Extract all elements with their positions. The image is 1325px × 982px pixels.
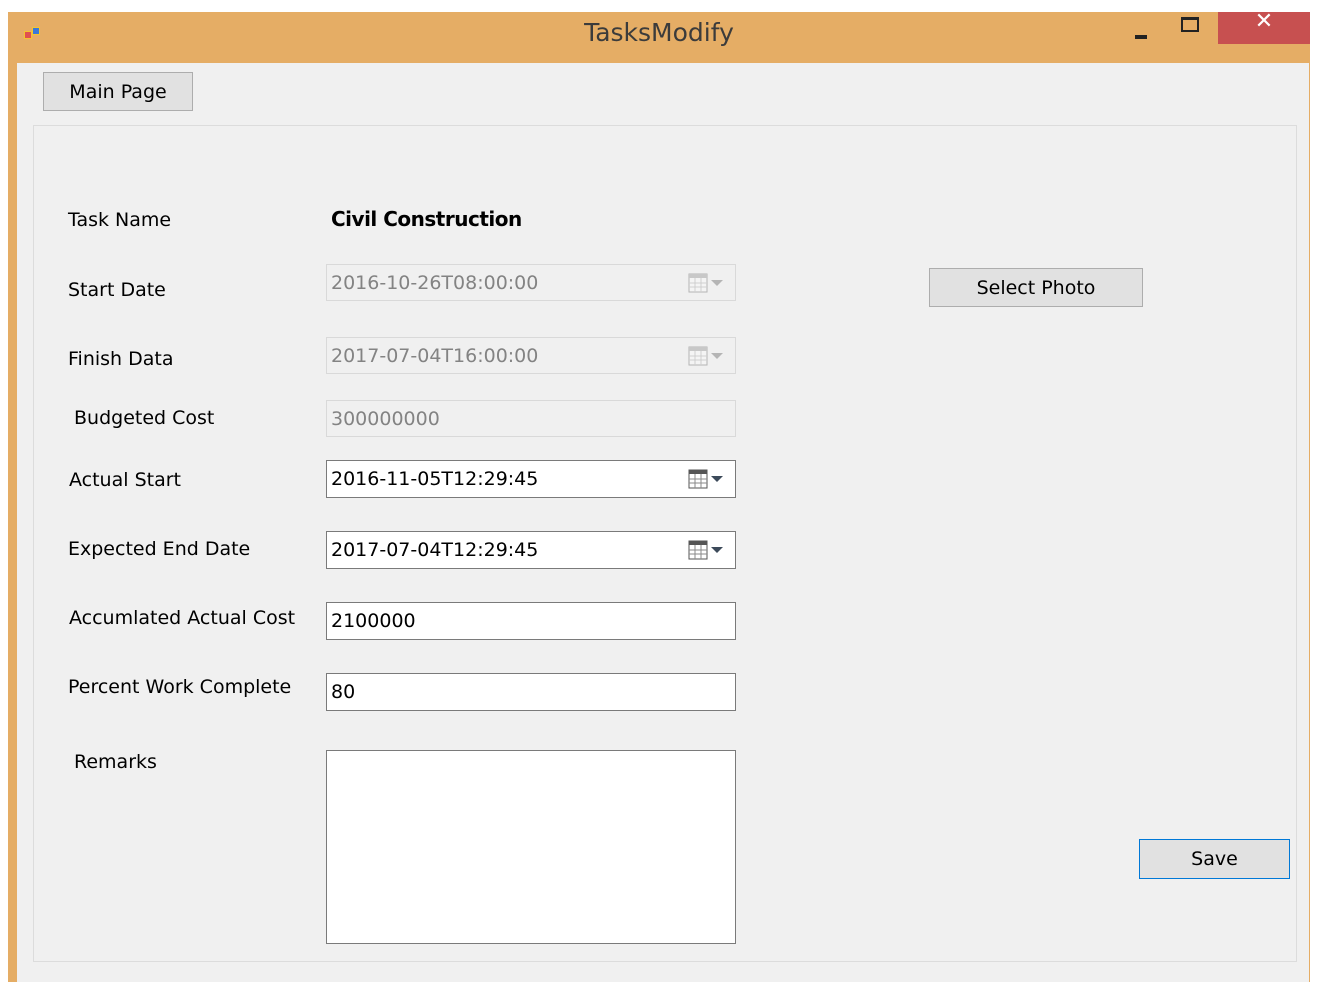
actual-start-label: Actual Start xyxy=(69,469,181,491)
maximize-button[interactable] xyxy=(1166,12,1212,44)
minimize-button[interactable] xyxy=(1118,12,1164,44)
accumulated-actual-cost-value: 2100000 xyxy=(331,610,416,632)
window-title: TasksModify xyxy=(584,18,734,47)
calendar-dropdown-icon[interactable] xyxy=(688,468,724,490)
expected-end-date-value: 2017-07-04T12:29:45 xyxy=(331,539,539,561)
percent-work-complete-value: 80 xyxy=(331,681,356,703)
actual-start-picker[interactable]: 2016-11-05T12:29:45 xyxy=(326,460,736,498)
remarks-textarea[interactable] xyxy=(326,750,736,944)
budgeted-cost-field: 300000000 xyxy=(326,400,736,437)
percent-work-complete-label: Percent Work Complete xyxy=(68,676,292,698)
finish-date-picker[interactable]: 2017-07-04T16:00:00 xyxy=(326,337,736,374)
maximize-icon xyxy=(1181,17,1199,32)
task-name-value: Civil Construction xyxy=(331,207,522,231)
main-page-button[interactable]: Main Page xyxy=(43,72,193,111)
title-bar[interactable]: TasksModify ✕ xyxy=(8,9,1310,62)
actual-start-value: 2016-11-05T12:29:45 xyxy=(331,468,539,490)
finish-date-label: Finish Data xyxy=(68,348,174,370)
remarks-label: Remarks xyxy=(74,751,157,773)
save-button[interactable]: Save xyxy=(1139,839,1290,879)
select-photo-button[interactable]: Select Photo xyxy=(929,268,1143,307)
expected-end-date-picker[interactable]: 2017-07-04T12:29:45 xyxy=(326,531,736,569)
calendar-dropdown-icon[interactable] xyxy=(688,345,724,367)
budgeted-cost-value: 300000000 xyxy=(331,407,440,430)
percent-work-complete-input[interactable]: 80 xyxy=(326,673,736,711)
task-name-label: Task Name xyxy=(68,209,172,231)
close-button[interactable]: ✕ xyxy=(1218,9,1310,44)
start-date-picker[interactable]: 2016-10-26T08:00:00 xyxy=(326,264,736,301)
finish-date-value: 2017-07-04T16:00:00 xyxy=(331,344,539,367)
start-date-value: 2016-10-26T08:00:00 xyxy=(331,271,539,294)
start-date-label: Start Date xyxy=(68,279,166,301)
accumulated-actual-cost-label: Accumlated Actual Cost xyxy=(69,607,296,629)
budgeted-cost-label: Budgeted Cost xyxy=(74,407,215,429)
calendar-dropdown-icon[interactable] xyxy=(688,539,724,561)
close-icon: ✕ xyxy=(1254,9,1274,34)
calendar-dropdown-icon[interactable] xyxy=(688,272,724,294)
minimize-icon xyxy=(1135,35,1147,39)
expected-end-date-label: Expected End Date xyxy=(68,538,251,560)
accumulated-actual-cost-input[interactable]: 2100000 xyxy=(326,602,736,640)
